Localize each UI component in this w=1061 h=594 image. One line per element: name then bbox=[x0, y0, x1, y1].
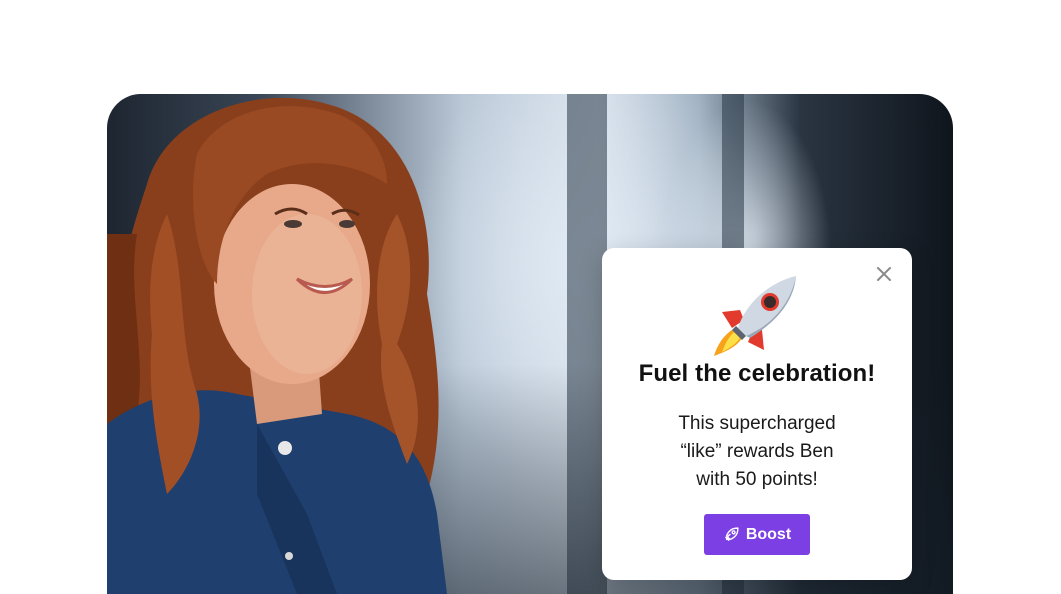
boost-button-label: Boost bbox=[745, 525, 792, 543]
boost-button[interactable]: Boost bbox=[704, 514, 810, 555]
close-icon bbox=[877, 267, 891, 281]
rocket-emoji bbox=[714, 276, 796, 356]
close-button[interactable] bbox=[874, 264, 894, 284]
popup-title: Fuel the celebration! bbox=[638, 360, 876, 387]
rocket-outline-icon bbox=[724, 527, 739, 541]
boost-popup: Fuel the celebration! This supercharged … bbox=[602, 248, 912, 580]
popup-message: This supercharged “like” rewards Ben wit… bbox=[678, 413, 836, 490]
